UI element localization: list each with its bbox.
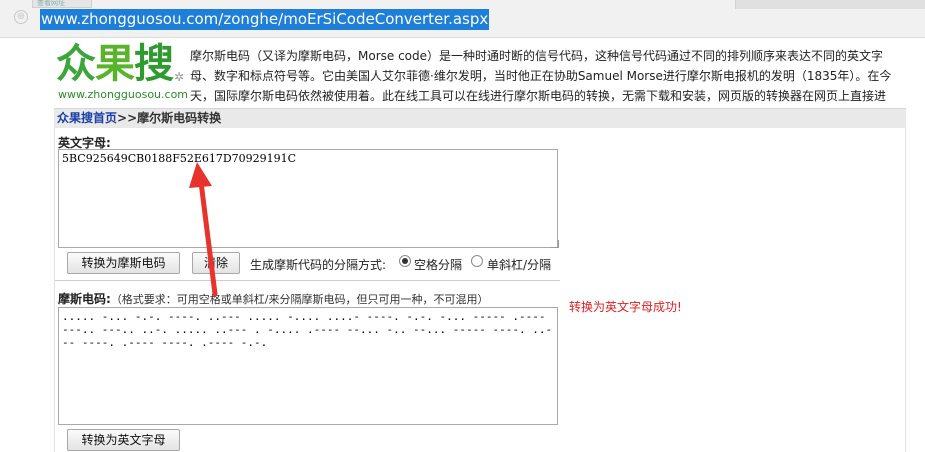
clear-button[interactable]: 清除 (192, 252, 240, 274)
site-header: 众果搜 ✲ www.zhongguosou.com 摩尔斯电码（又译为摩斯电码，… (0, 38, 925, 123)
morse-label-text: 摩斯电码: (58, 292, 111, 306)
breadcrumb: 众果搜首页>>摩尔斯电码转换 (54, 108, 906, 128)
browser-tab[interactable]: 查看网址 (32, 0, 92, 8)
morse-input[interactable]: ..... -... -.-. ----. ..--- ..... -.... … (58, 307, 558, 425)
browser-tab-label: 查看网址 (37, 0, 65, 7)
section-divider (55, 280, 560, 281)
logo-domain: www.zhongguosou.com (58, 88, 189, 101)
address-bar-url[interactable]: www.zhongguosou.com/zonghe/moErSiCodeCon… (40, 9, 490, 30)
morse-format-note: （格式要求：可用空格或单斜杠/来分隔摩斯电码，但只可用一种，不可混用） (110, 293, 489, 306)
breadcrumb-current: 摩尔斯电码转换 (137, 111, 222, 125)
english-input-resize-handle[interactable] (551, 240, 559, 248)
globe-icon: ⊕ (14, 10, 28, 24)
browser-bar: 查看网址 ⊕ www.zhongguosou.com/zonghe/moErSi… (0, 0, 925, 38)
morse-input-label: 摩斯电码:（格式要求：可用空格或单斜杠/来分隔摩斯电码，但只可用一种，不可混用） (58, 290, 489, 307)
logo-wordmark: 众果搜 (56, 41, 174, 87)
separator-label: 生成摩斯代码的分隔方式: (250, 258, 387, 272)
status-message: 转换为英文字母成功! (569, 300, 682, 314)
radio-slash-label[interactable]: 单斜杠/分隔 (487, 256, 551, 273)
sparkle-icon: ✲ (174, 70, 185, 84)
radio-space-separator[interactable] (399, 255, 411, 267)
browser-toolbar-strip (735, 0, 925, 9)
convert-to-english-button[interactable]: 转换为英文字母 (67, 429, 180, 451)
convert-to-morse-button[interactable]: 转换为摩斯电码 (67, 252, 180, 274)
radio-slash-separator[interactable] (471, 255, 483, 267)
converter-panel: 英文字母: 5BC925649CB0188F52E617D70929191C 转… (54, 128, 906, 452)
breadcrumb-home-link[interactable]: 众果搜首页 (57, 111, 117, 125)
site-logo[interactable]: 众果搜 ✲ www.zhongguosou.com (56, 42, 191, 104)
english-input[interactable]: 5BC925649CB0188F52E617D70929191C (58, 149, 558, 248)
radio-space-label[interactable]: 空格分隔 (414, 256, 462, 273)
breadcrumb-separator: >> (117, 111, 138, 125)
